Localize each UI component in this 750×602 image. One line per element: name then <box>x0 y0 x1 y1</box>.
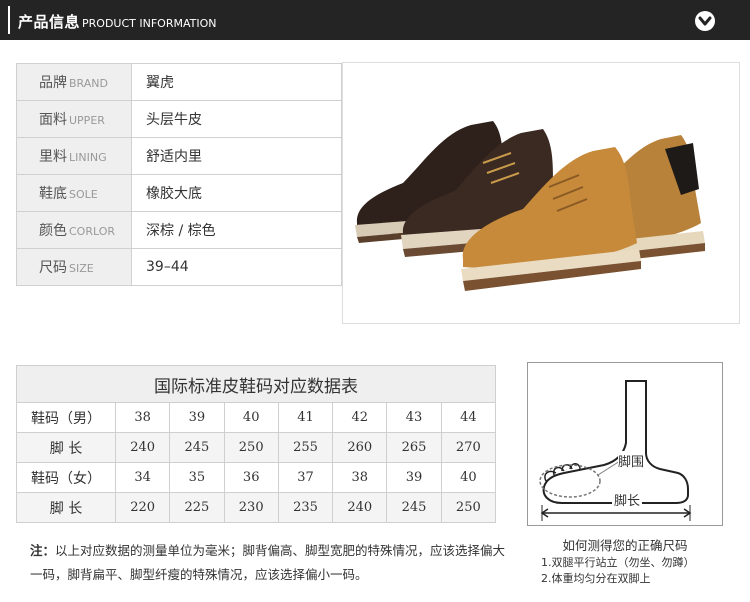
info-row-size: 尺码 SIZE 39–44 <box>16 248 342 286</box>
size-cell: 255 <box>277 432 334 463</box>
info-row-sole: 鞋底 SOLE 橡胶大底 <box>16 174 342 212</box>
size-cell: 250 <box>223 432 279 463</box>
info-row-upper: 面料 UPPER 头层牛皮 <box>16 100 342 138</box>
info-label: 颜色 CORLOR <box>16 211 132 249</box>
size-cell: 40 <box>440 462 497 493</box>
size-row-men-length: 脚 长 240 245 250 255 260 265 270 <box>16 432 497 463</box>
shoes-illustration <box>355 121 705 291</box>
size-note: 注：以上对应数据的测量单位为毫米；脚背偏高、脚型宽肥的特殊情况，应该选择偏大一码… <box>30 539 510 587</box>
size-cell: 36 <box>223 462 279 493</box>
section-title-en: PRODUCT INFORMATION <box>82 17 217 30</box>
info-label: 鞋底 SOLE <box>16 174 132 212</box>
size-cell: 260 <box>332 432 388 463</box>
size-chart-title: 国际标准皮鞋码对应数据表 <box>16 365 496 403</box>
info-value: 头层牛皮 <box>131 100 342 138</box>
size-cell: 39 <box>386 462 442 493</box>
info-label: 品牌 BRAND <box>16 63 132 101</box>
info-value: 舒适内里 <box>131 137 342 175</box>
info-label: 里料 LINING <box>16 137 132 175</box>
info-label: 面料 UPPER <box>16 100 132 138</box>
info-value: 深棕 / 棕色 <box>131 211 342 249</box>
size-cell: 38 <box>332 462 388 493</box>
info-label: 尺码 SIZE <box>16 248 132 286</box>
foot-outline <box>542 380 689 504</box>
size-row-label: 鞋码（男） <box>16 402 116 433</box>
measure-guide-steps: 1.双腿平行站立（勿坐、勿蹲） 2.体重均匀分在双脚上 <box>541 555 695 587</box>
product-info-table: 品牌 BRAND 翼虎 面料 UPPER 头层牛皮 里料 LINING 舒适内里 鞋底… <box>16 63 342 286</box>
size-chart-table: 国际标准皮鞋码对应数据表 鞋码（男） 38 39 40 41 42 43 44 … <box>16 365 497 523</box>
size-cell: 225 <box>169 492 225 523</box>
size-cell: 35 <box>169 462 225 493</box>
header-accent-bar <box>8 6 10 34</box>
size-row-women: 鞋码（女） 34 35 36 37 38 39 40 <box>16 462 497 493</box>
section-title-cn: 产品信息 <box>18 13 81 31</box>
size-cell: 38 <box>114 402 171 433</box>
chevron-down-icon[interactable] <box>695 11 715 31</box>
size-cell: 270 <box>440 432 497 463</box>
size-cell: 245 <box>169 432 225 463</box>
size-row-label: 脚 长 <box>16 492 116 523</box>
info-row-color: 颜色 CORLOR 深棕 / 棕色 <box>16 211 342 249</box>
size-cell: 37 <box>277 462 334 493</box>
foot-measure-diagram: 脚围 脚长 <box>527 362 723 526</box>
size-cell: 34 <box>114 462 171 493</box>
size-cell: 230 <box>223 492 279 523</box>
size-cell: 240 <box>114 432 171 463</box>
size-cell: 235 <box>277 492 334 523</box>
measure-guide-title: 如何测得您的正确尺码 <box>562 538 688 553</box>
info-row-brand: 品牌 BRAND 翼虎 <box>16 63 342 101</box>
section-header: 产品信息 PRODUCT INFORMATION <box>0 0 750 40</box>
size-row-label: 鞋码（女） <box>16 462 116 493</box>
note-text: 以上对应数据的测量单位为毫米；脚背偏高、脚型宽肥的特殊情况，应该选择偏大一码，脚… <box>30 543 506 582</box>
size-cell: 39 <box>169 402 225 433</box>
size-row-label: 脚 长 <box>16 432 116 463</box>
size-cell: 250 <box>440 492 497 523</box>
size-cell: 220 <box>114 492 171 523</box>
note-prefix: 注： <box>30 543 56 558</box>
size-cell: 44 <box>440 402 497 433</box>
size-cell: 42 <box>332 402 388 433</box>
size-cell: 245 <box>386 492 442 523</box>
size-cell: 43 <box>386 402 442 433</box>
size-cell: 41 <box>277 402 334 433</box>
size-row-women-length: 脚 长 220 225 230 235 240 245 250 <box>16 492 497 523</box>
info-value: 39–44 <box>131 248 342 286</box>
size-cell: 40 <box>223 402 279 433</box>
girth-label: 脚围 <box>618 451 645 470</box>
product-photo <box>342 62 740 324</box>
section-title: 产品信息 PRODUCT INFORMATION <box>18 11 216 32</box>
size-row-men: 鞋码（男） 38 39 40 41 42 43 44 <box>16 402 497 433</box>
size-cell: 265 <box>386 432 442 463</box>
size-cell: 240 <box>332 492 388 523</box>
measure-step-1: 1.双腿平行站立（勿坐、勿蹲） <box>541 556 695 569</box>
info-row-lining: 里料 LINING 舒适内里 <box>16 137 342 175</box>
length-label: 脚长 <box>612 490 643 509</box>
measure-step-2: 2.体重均匀分在双脚上 <box>541 572 651 585</box>
info-value: 翼虎 <box>131 63 342 101</box>
info-value: 橡胶大底 <box>131 174 342 212</box>
